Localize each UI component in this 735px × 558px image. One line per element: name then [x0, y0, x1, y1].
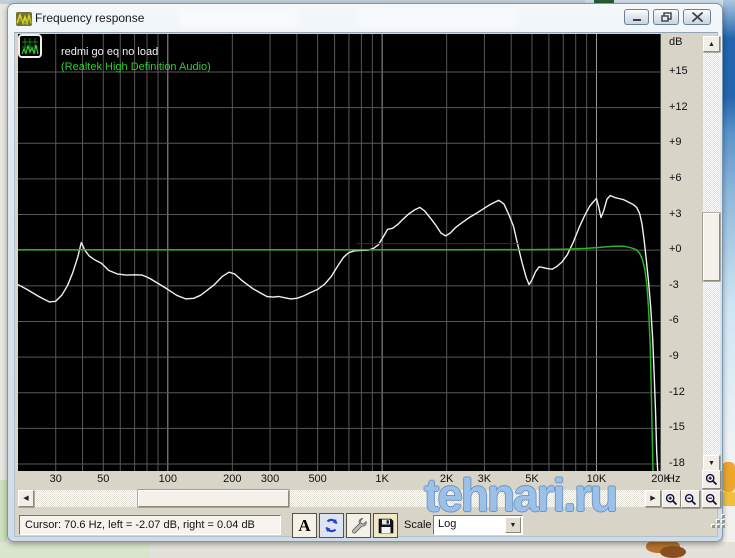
scale-dropdown-value: Log — [438, 518, 457, 530]
hz-unit-label: Hz — [667, 473, 681, 485]
refresh-button[interactable] — [319, 513, 344, 538]
curve-redmi-go-eq-no-load — [18, 194, 659, 471]
titlebar[interactable]: Frequency response — [8, 4, 722, 32]
up-arrow-icon: ▲ — [708, 40, 715, 48]
save-floppy-icon — [378, 518, 393, 533]
right-arrow-icon: ▶ — [650, 495, 656, 502]
desktop-mascot-blob-2 — [660, 546, 686, 558]
freq-tick-label: 200 — [223, 473, 242, 485]
scroll-left-button[interactable]: ◀ — [18, 490, 34, 507]
restore-button[interactable] — [653, 9, 679, 25]
horizontal-zoom-in-button[interactable] — [662, 490, 681, 508]
db-tick-label: -18 — [669, 457, 685, 469]
spectrum-legend-icon — [18, 34, 42, 58]
scroll-right-button[interactable]: ▶ — [645, 490, 661, 507]
resize-grip[interactable] — [710, 513, 726, 529]
freq-tick-label: 100 — [158, 473, 177, 485]
plot-canvas — [18, 34, 661, 471]
down-arrow-icon: ▼ — [708, 459, 715, 467]
font-button[interactable]: A — [292, 513, 317, 538]
scroll-down-button[interactable]: ▼ — [703, 455, 720, 471]
scale-label: Scale — [404, 519, 432, 531]
db-tick-label: -9 — [669, 350, 679, 363]
zoom-out-icon — [705, 493, 718, 505]
freq-tick-label: 30 — [49, 473, 62, 485]
vertical-scrollbar-thumb[interactable] — [703, 213, 720, 281]
desktop-orange-blob — [722, 462, 735, 492]
db-unit-label: dB — [669, 36, 683, 48]
freq-tick-label: 2K — [439, 473, 454, 485]
curve--realtek-high-definition-audio- — [18, 245, 654, 471]
dropdown-arrow-button[interactable]: ▼ — [505, 517, 521, 533]
freq-tick-label: 300 — [260, 473, 280, 485]
scale-dropdown[interactable]: Log ▼ — [433, 515, 523, 535]
settings-button[interactable] — [346, 513, 371, 538]
left-arrow-icon: ◀ — [23, 495, 29, 502]
freq-tick-label: 5K — [525, 473, 539, 485]
db-tick-label: -15 — [669, 421, 685, 434]
db-tick-label: +9 — [669, 136, 682, 149]
zoom-in-icon — [665, 493, 678, 505]
freq-tick-label: 1K — [375, 473, 389, 485]
close-button[interactable] — [683, 9, 711, 25]
freq-tick-label: 10K — [586, 473, 607, 485]
titlebar-glass-reflection — [178, 8, 298, 28]
db-tick-label: +12 — [669, 100, 688, 113]
zoom-out-icon — [684, 493, 697, 505]
horizontal-scrollbar[interactable]: ◀ ▶ — [18, 490, 661, 507]
scroll-up-button[interactable]: ▲ — [703, 36, 720, 52]
desktop-yellow-fragment — [723, 492, 735, 506]
vertical-zoom-out-button[interactable] — [702, 490, 721, 508]
frequency-response-plot[interactable]: redmi go eq no load (Realtek High Defini… — [18, 34, 661, 471]
refresh-icon — [325, 518, 338, 533]
frequency-axis: 30 50 100 200 300 500 1K 2K 3K 5K 10K 20K — [18, 471, 671, 490]
horizontal-zoom-out-button[interactable] — [681, 490, 700, 508]
db-tick-label: +15 — [669, 65, 688, 77]
vertical-zoom-in-button[interactable] — [702, 470, 721, 489]
app-icon — [16, 12, 33, 26]
db-tick-label: +0 — [669, 243, 682, 256]
horizontal-scrollbar-thumb[interactable] — [138, 490, 289, 507]
minimize-button[interactable] — [624, 9, 649, 25]
desktop-bottom-green — [0, 543, 150, 558]
vertical-scrollbar[interactable]: ▲ ▼ — [703, 36, 720, 471]
titlebar-glass-reflection — [358, 8, 518, 28]
db-tick-label: -3 — [669, 278, 679, 291]
db-tick-label: -12 — [669, 385, 685, 398]
window-title: Frequency response — [35, 11, 145, 25]
cursor-readout: Cursor: 70.6 Hz, left = -2.07 dB, right … — [19, 515, 281, 535]
legend-line-2: (Realtek High Definition Audio) — [61, 61, 211, 73]
db-tick-label: +6 — [669, 171, 682, 184]
db-tick-label: -6 — [669, 314, 679, 327]
wrench-icon — [352, 518, 367, 534]
legend-line-1: redmi go eq no load — [61, 46, 159, 58]
zoom-in-icon — [705, 473, 718, 486]
frequency-response-window: Frequency response redmi go eq no load (… — [7, 3, 726, 542]
freq-tick-label: 50 — [97, 473, 110, 485]
desktop-left-green — [0, 480, 7, 542]
freq-tick-label: 500 — [308, 473, 327, 485]
freq-tick-label: 3K — [477, 473, 492, 485]
chevron-down-icon: ▼ — [509, 521, 517, 529]
db-tick-label: +3 — [669, 207, 682, 220]
db-axis: +15 +12 +9 +6 +3 +0 -3 -6 -9 -12 -15 -18 — [663, 34, 703, 471]
save-button[interactable] — [373, 513, 398, 538]
